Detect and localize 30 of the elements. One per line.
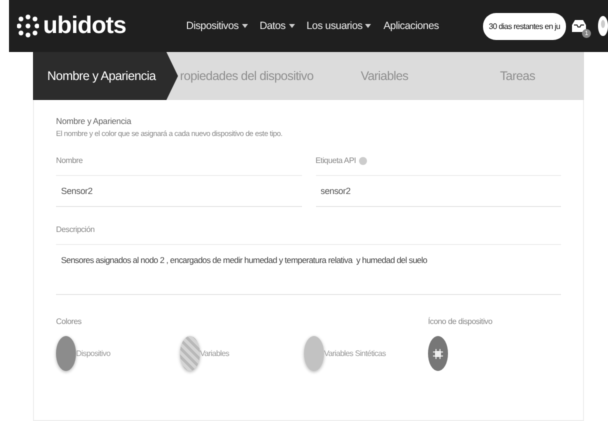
field-label: Descripción: [56, 225, 94, 234]
field-label: Ícono de dispositivo: [428, 317, 492, 326]
description-field[interactable]: Sensores asignados al nodo 2 , encargados de medir humedad y temperatura relativa y humedad del suelo: [56, 244, 561, 295]
color-swatch[interactable]: [304, 336, 324, 371]
nav-menu-item[interactable]: Dispositivos: [186, 20, 248, 32]
nav-menu-item[interactable]: Datos: [260, 20, 295, 32]
swatch-label: Variables: [200, 349, 230, 358]
section-title: Nombre y Apariencia: [56, 116, 132, 126]
field-label: Colores: [56, 317, 82, 326]
logo-icon: [17, 14, 39, 38]
nav-menu-item[interactable]: Aplicaciones: [383, 20, 439, 32]
device-icon-button[interactable]: [428, 336, 448, 371]
field-label: Etiqueta API: [316, 156, 356, 165]
color-swatch[interactable]: [56, 336, 76, 371]
text-input-field[interactable]: sensor2: [316, 175, 561, 207]
chip-icon: [433, 348, 443, 358]
wizard-step-tab[interactable]: Nombre y Apariencia: [33, 52, 178, 100]
logo-text: ubidots: [43, 12, 126, 40]
swatch-label: Variables Sintéticas: [324, 349, 386, 358]
color-swatch[interactable]: [180, 336, 200, 371]
caret-icon: [365, 24, 372, 28]
caret-icon: [288, 24, 295, 28]
swatch-label: Dispositivo: [76, 349, 110, 358]
trial-button[interactable]: 30 dias restantes en ju: [482, 12, 566, 40]
nav-menu-item[interactable]: Los usuarios: [306, 20, 372, 32]
field-label: Nombre: [56, 156, 83, 165]
avatar-icon[interactable]: [598, 16, 608, 36]
text-input-field[interactable]: Sensor2: [56, 175, 302, 207]
caret-icon: [242, 24, 248, 28]
inbox-icon[interactable]: [572, 20, 586, 32]
